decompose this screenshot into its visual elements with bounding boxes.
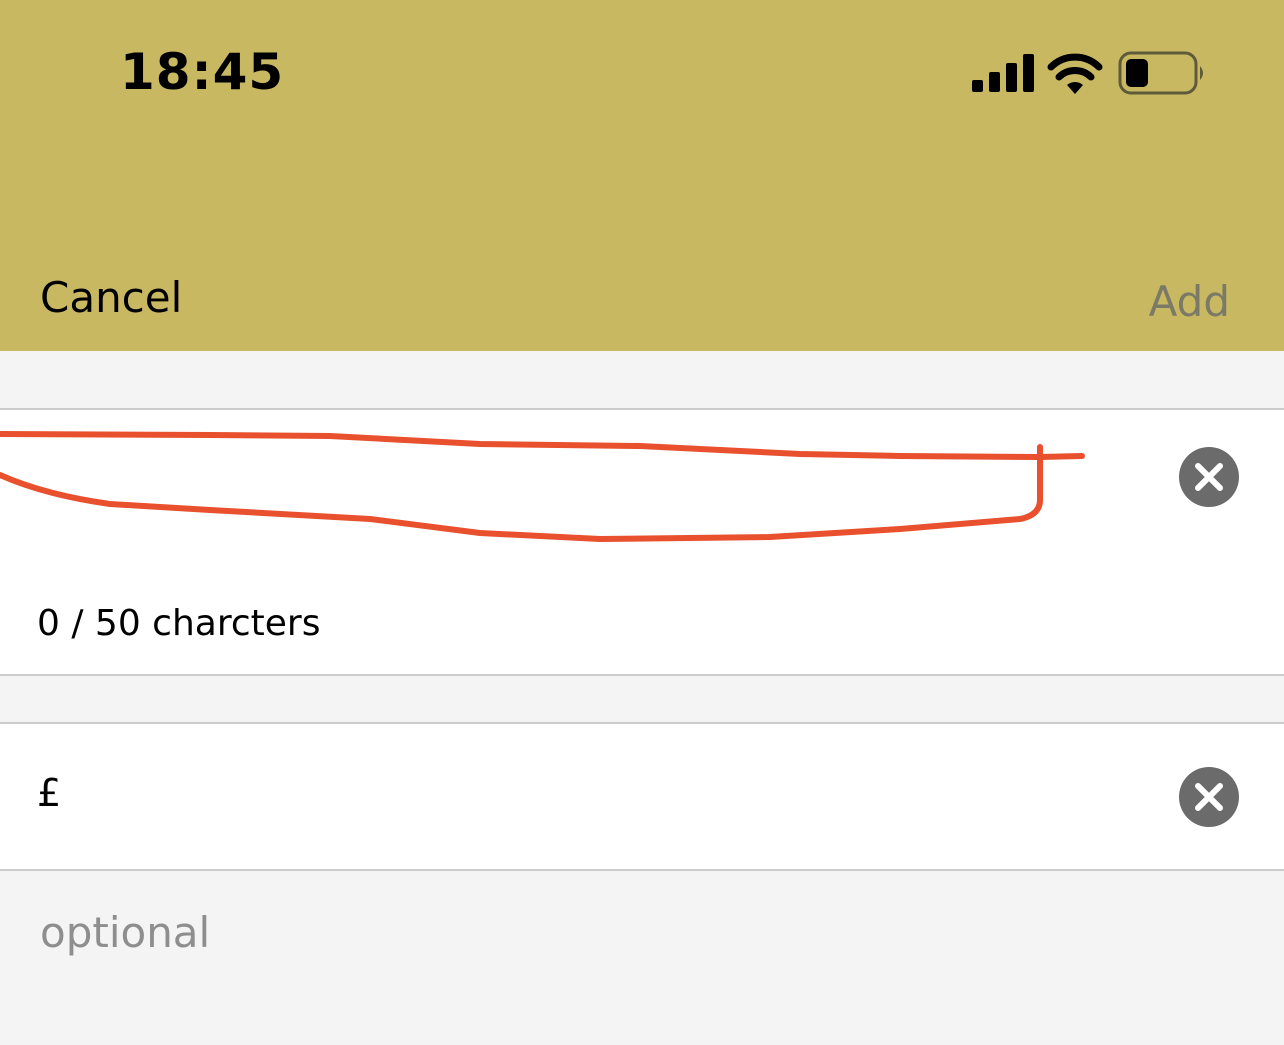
character-counter: 0 / 50 charcters: [37, 603, 321, 644]
clear-icon: [1195, 463, 1223, 491]
header: 18:45 Cancel Add: [0, 0, 1284, 351]
wifi-icon: [1047, 53, 1103, 94]
status-bar-time: 18:45: [120, 43, 285, 101]
clear-price-button[interactable]: [1179, 767, 1239, 827]
add-item-screen: 18:45 Cancel Add 0 / 50 charcters £ opti…: [0, 0, 1284, 1045]
cancel-button[interactable]: Cancel: [40, 272, 182, 324]
divider: [0, 869, 1284, 871]
redaction-scribble: [0, 431, 1085, 542]
clear-name-button[interactable]: [1179, 447, 1239, 507]
price-field[interactable]: [0, 724, 1284, 869]
clear-icon: [1195, 783, 1223, 811]
add-button[interactable]: Add: [1149, 276, 1230, 328]
optional-hint: optional: [40, 908, 211, 957]
divider: [0, 674, 1284, 676]
currency-symbol: £: [37, 771, 62, 815]
battery-icon: [1118, 51, 1203, 95]
cellular-signal-icon: [972, 54, 1034, 92]
